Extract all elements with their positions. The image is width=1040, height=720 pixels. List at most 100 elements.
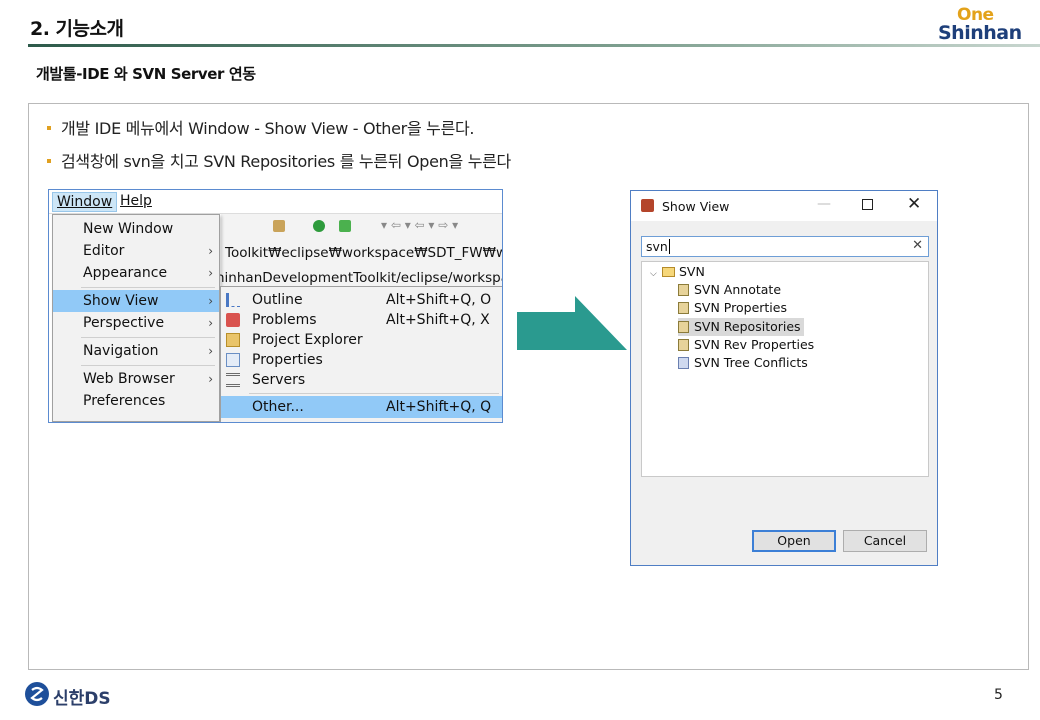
menubar: Window Help <box>49 190 502 214</box>
tree-item-label: SVN Tree Conflicts <box>694 355 808 370</box>
minimize-icon[interactable]: — <box>817 196 831 212</box>
submenu-item-label: Servers <box>252 372 306 388</box>
tree-item-label: SVN Annotate <box>694 282 782 297</box>
menu-separator <box>249 393 499 394</box>
svn-view-icon <box>678 338 689 351</box>
maximize-icon[interactable] <box>862 199 873 210</box>
chevron-right-icon: › <box>208 316 213 330</box>
ide-toolbar: ▾ ⇦ ▾ ⇦ ▾ ⇨ ▾ <box>221 216 502 238</box>
submenu-item-label: Other... <box>252 399 304 415</box>
submenu-item-label: Problems <box>252 312 317 328</box>
tree-item-svn-properties[interactable]: SVN Properties <box>678 299 787 317</box>
clear-icon[interactable]: ✕ <box>912 238 923 253</box>
chevron-right-icon: › <box>208 372 213 386</box>
bullet-marker-icon <box>47 158 51 163</box>
menu-item-perspective[interactable]: Perspective › <box>53 312 219 334</box>
chevron-right-icon: › <box>208 294 213 308</box>
bullet-text: 검색창에 svn을 치고 SVN Repositories 를 누른뒤 Open… <box>61 152 511 171</box>
submenu-shortcut: Alt+Shift+Q, X <box>386 312 490 328</box>
nav-arrows-icon[interactable]: ▾ ⇦ ▾ ⇦ ▾ ⇨ ▾ <box>381 218 458 232</box>
svn-view-icon <box>678 320 689 333</box>
menu-separator <box>81 287 215 288</box>
menu-help[interactable]: Help <box>120 193 152 209</box>
debug-icon[interactable] <box>339 220 351 232</box>
menu-item-navigation[interactable]: Navigation › <box>53 340 219 362</box>
outline-icon <box>226 293 240 307</box>
footer-company-name: 신한DS <box>53 689 111 709</box>
submenu-shortcut: Alt+Shift+Q, Q <box>386 399 492 415</box>
show-view-dialog: Show View — ✕ svn ✕ ⌵ SVN SVN Annotate SV… <box>630 190 938 566</box>
tree-folder-svn[interactable]: ⌵ SVN <box>650 263 705 281</box>
view-tree: ⌵ SVN SVN Annotate SVN Properties SVN Rep… <box>641 261 929 477</box>
tree-item-svn-tree-conflicts[interactable]: SVN Tree Conflicts <box>678 354 808 372</box>
tree-item-label: SVN Repositories <box>694 319 801 334</box>
chevron-right-icon: › <box>208 266 213 280</box>
close-icon[interactable]: ✕ <box>907 194 921 214</box>
page-header: 2. 기능소개 One Shinhan <box>0 0 1040 50</box>
menu-item-label: Preferences <box>83 393 166 409</box>
submenu-item-label: Project Explorer <box>252 332 363 348</box>
menu-item-label: Perspective <box>83 315 165 331</box>
menu-item-label: Show View <box>83 293 159 309</box>
open-button[interactable]: Open <box>752 530 836 552</box>
dialog-titlebar[interactable]: Show View — ✕ <box>631 191 937 221</box>
run-icon[interactable] <box>313 220 325 232</box>
editor-path-line: hinhanDevelopmentToolkit/eclipse/workspa… <box>216 270 503 286</box>
submenu-item-servers[interactable]: Servers <box>221 370 502 390</box>
menu-item-label: New Window <box>83 221 174 237</box>
menu-item-label: Appearance <box>83 265 168 281</box>
menu-item-preferences[interactable]: Preferences <box>53 390 219 412</box>
menu-item-label: Navigation <box>83 343 159 359</box>
submenu-shortcut: Alt+Shift+Q, O <box>386 292 492 308</box>
shinhan-ds-logo-icon <box>25 682 49 706</box>
bullet-item: 개발 IDE 메뉴에서 Window - Show View - Other을 … <box>47 115 475 139</box>
tree-item-svn-rev-properties[interactable]: SVN Rev Properties <box>678 336 814 354</box>
tree-folder-label: SVN <box>679 264 705 279</box>
chevron-right-icon: › <box>208 244 213 258</box>
submenu-item-properties[interactable]: Properties <box>221 350 502 370</box>
menu-item-show-view[interactable]: Show View › <box>53 290 219 312</box>
eclipse-menu-screenshot: Window Help ▾ ⇦ ▾ ⇦ ▾ ⇨ ▾ Toolkit₩eclips… <box>48 189 503 423</box>
submenu-item-project-explorer[interactable]: Project Explorer <box>221 330 502 350</box>
tree-item-svn-repositories[interactable]: SVN Repositories <box>678 318 804 336</box>
submenu-item-problems[interactable]: Problems Alt+Shift+Q, X <box>221 310 502 330</box>
tree-item-label: SVN Properties <box>694 300 787 315</box>
menu-item-appearance[interactable]: Appearance › <box>53 262 219 284</box>
bullet-text: 개발 IDE 메뉴에서 Window - Show View - Other을 … <box>61 119 475 138</box>
menu-separator <box>81 365 215 366</box>
filter-value: svn <box>646 239 668 254</box>
page-number: 5 <box>994 687 1003 703</box>
bullet-item: 검색창에 svn을 치고 SVN Repositories 를 누른뒤 Open… <box>47 148 511 172</box>
right-arrow-icon <box>517 296 627 350</box>
svn-view-icon <box>678 283 689 296</box>
tree-item-svn-annotate[interactable]: SVN Annotate <box>678 281 781 299</box>
eclipse-app-icon <box>641 199 654 212</box>
sub-title: 개발툴-IDE 와 SVN Server 연동 <box>36 65 256 83</box>
one-shinhan-logo-bottom: Shinhan <box>938 22 1022 44</box>
submenu-item-label: Properties <box>252 352 323 368</box>
menu-item-web-browser[interactable]: Web Browser › <box>53 368 219 390</box>
project-explorer-icon <box>226 333 240 347</box>
arrow-shape <box>517 296 627 350</box>
problems-icon <box>226 313 240 327</box>
text-cursor <box>668 239 670 254</box>
menu-item-editor[interactable]: Editor › <box>53 240 219 262</box>
menu-separator <box>81 337 215 338</box>
chevron-down-icon[interactable]: ⌵ <box>650 265 662 283</box>
menu-item-new-window[interactable]: New Window <box>53 218 219 240</box>
servers-icon <box>226 373 240 387</box>
menu-item-label: Editor <box>83 243 125 259</box>
editor-path-line: Toolkit₩eclipse₩workspace₩SDT_FW₩welcon <box>225 245 503 261</box>
pin-icon[interactable] <box>273 220 285 232</box>
filter-input[interactable]: svn ✕ <box>641 236 929 257</box>
tree-item-label: SVN Rev Properties <box>694 337 815 352</box>
menu-window[interactable]: Window <box>52 192 118 212</box>
cancel-button[interactable]: Cancel <box>843 530 927 552</box>
submenu-item-other[interactable]: Other... Alt+Shift+Q, Q <box>221 396 502 418</box>
bullet-marker-icon <box>47 125 51 130</box>
dialog-title: Show View <box>662 199 730 214</box>
submenu-item-outline[interactable]: Outline Alt+Shift+Q, O <box>221 290 502 310</box>
section-title: 2. 기능소개 <box>30 18 124 40</box>
header-divider <box>28 44 1040 47</box>
chevron-right-icon: › <box>208 344 213 358</box>
